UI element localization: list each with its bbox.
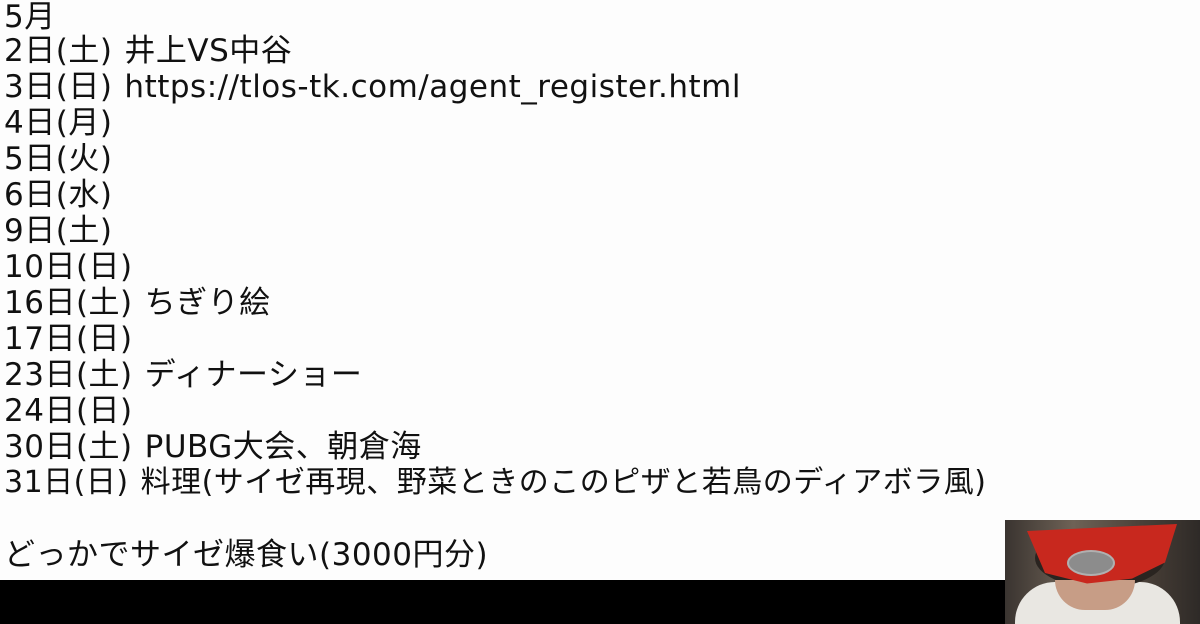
- entry-event: ちぎり絵: [144, 285, 271, 321]
- entry-date: 9日(土): [4, 213, 113, 249]
- entry-date: 5日(火): [4, 141, 113, 177]
- entry-event: ディナーショー: [144, 357, 363, 393]
- entry-date: 16日(土): [4, 285, 133, 321]
- schedule-entry: 4日(月): [4, 106, 124, 140]
- entry-date: 23日(土): [4, 357, 133, 393]
- schedule-entry: 31日(日) 料理(サイゼ再現、野菜ときのこのピザと若鳥のディアボラ風): [4, 466, 986, 500]
- entry-date: 2日(土): [4, 33, 113, 69]
- webcam-overlay: [1005, 520, 1200, 624]
- entry-date: 3日(日): [4, 69, 113, 105]
- schedule-entry: 17日(日): [4, 322, 145, 356]
- entry-event: PUBG大会、朝倉海: [144, 429, 422, 465]
- entry-date: 6日(水): [4, 177, 113, 213]
- entry-event: https://tlos-tk.com/agent_register.html: [124, 69, 741, 105]
- schedule-entry: 23日(土) ディナーショー: [4, 358, 362, 392]
- entry-date: 24日(日): [4, 393, 133, 429]
- schedule-notes: 5月 2日(土) 井上VS中谷 3日(日) https://tlos-tk.com/…: [4, 0, 1196, 580]
- footer-note: どっかでサイゼ爆食い(3000円分): [4, 537, 489, 573]
- entry-date: 31日(日): [4, 465, 129, 500]
- month-heading: 5月: [4, 0, 56, 35]
- schedule-entry: 16日(土) ちぎり絵: [4, 286, 271, 320]
- entry-date: 30日(土): [4, 429, 133, 465]
- schedule-entry: 30日(土) PUBG大会、朝倉海: [4, 430, 422, 464]
- schedule-entry: 2日(土) 井上VS中谷: [4, 34, 292, 68]
- entry-date: 17日(日): [4, 321, 133, 357]
- schedule-entry: 6日(水): [4, 178, 124, 212]
- schedule-entry: 3日(日) https://tlos-tk.com/agent_register.…: [4, 70, 741, 104]
- schedule-entry: 5日(火): [4, 142, 124, 176]
- entry-date: 4日(月): [4, 105, 113, 141]
- entry-event: 井上VS中谷: [124, 33, 293, 69]
- schedule-entry: 24日(日): [4, 394, 145, 428]
- streamer-mouth: [1067, 550, 1115, 576]
- entry-event: 料理(サイゼ再現、野菜ときのこのピザと若鳥のディアボラ風): [140, 465, 987, 500]
- schedule-entry: 10日(日): [4, 250, 145, 284]
- entry-date: 10日(日): [4, 249, 133, 285]
- schedule-entry: 9日(土): [4, 214, 124, 248]
